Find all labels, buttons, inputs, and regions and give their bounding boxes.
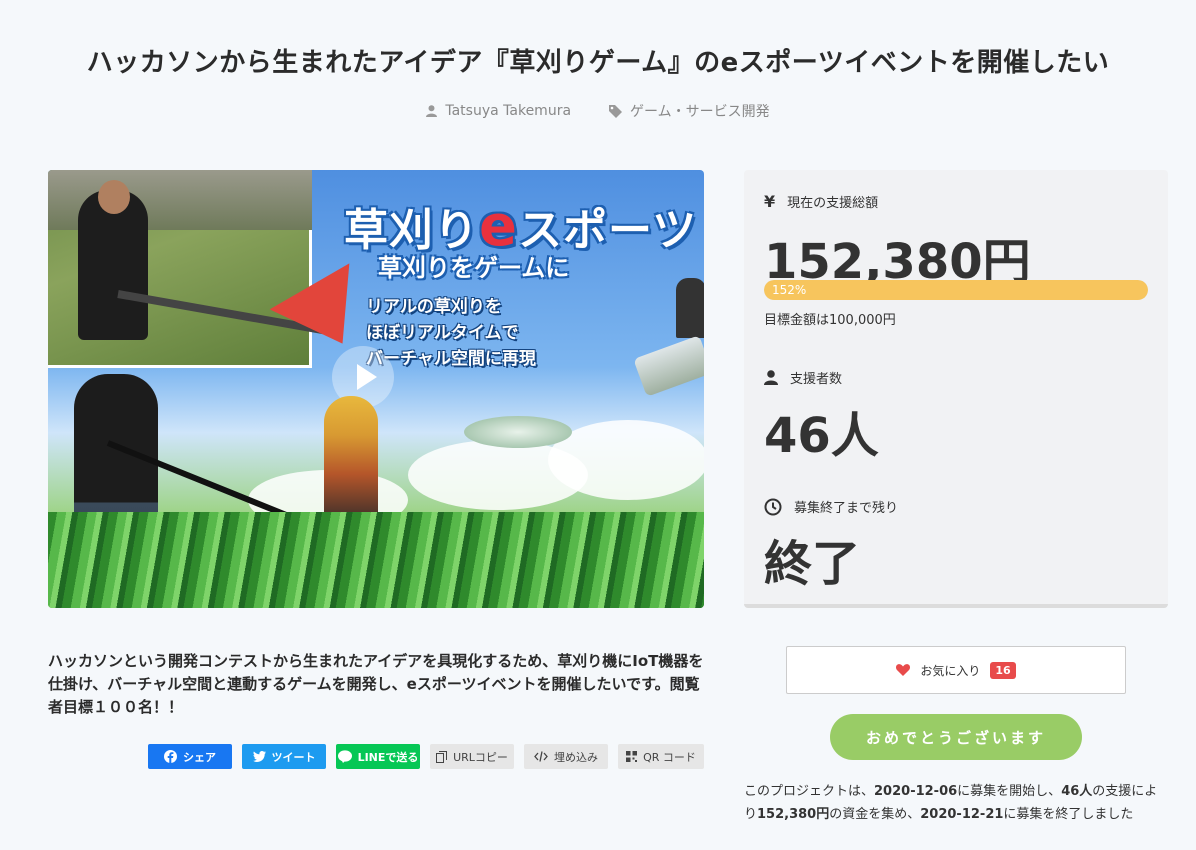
- facebook-share-button[interactable]: シェア: [148, 744, 232, 769]
- remaining-value: 終了: [764, 536, 861, 592]
- copy-icon: [436, 750, 448, 763]
- line-share-button[interactable]: LINEで送る: [336, 744, 420, 769]
- project-meta: Tatsuya Takemura ゲーム・サービス開発: [0, 101, 1196, 121]
- hero-description: リアルの草刈りを ほぼリアルタイムで バーチャル空間に再現: [366, 297, 536, 369]
- heart-icon: [896, 664, 911, 676]
- qr-code-button[interactable]: QR コード: [618, 744, 704, 769]
- funding-progress-fill: 152%: [764, 280, 1148, 300]
- hero-logo: 草刈りeスポーツ: [344, 194, 698, 259]
- twitter-share-button[interactable]: ツイート: [242, 744, 326, 769]
- hero-subtitle: 草刈りをゲームに: [378, 254, 570, 282]
- url-copy-button[interactable]: URLコピー: [430, 744, 514, 769]
- anime-character: [324, 396, 378, 526]
- virtual-figure: [676, 278, 704, 338]
- twitter-icon: [252, 751, 266, 762]
- project-title: ハッカソンから生まれたアイデア『草刈りゲーム』のeスポーツイベントを開催したい: [86, 48, 1110, 78]
- share-buttons: シェア ツイート LINEで送る URLコピー 埋め込み QR コード: [148, 744, 704, 769]
- favorite-count-badge: 16: [990, 661, 1016, 679]
- project-hero-image[interactable]: 草刈りeスポーツ 草刈りをゲームに リアルの草刈りを ほぼリアルタイムで バーチ…: [48, 170, 704, 608]
- code-icon: [534, 751, 548, 762]
- virtual-machine: [633, 335, 704, 397]
- backers-value: 46人: [764, 408, 879, 464]
- project-result-text: このプロジェクトは、2020-12-06に募集を開始し、46人の支援によ り152…: [744, 784, 1158, 822]
- favorite-label: お気に入り: [920, 663, 981, 678]
- project-summary: ハッカソンという開発コンテストから生まれたアイデアを具現化するため、草刈り機にI…: [48, 652, 704, 716]
- backers-label: 支援者数: [764, 368, 842, 387]
- category-name: ゲーム・サービス開発: [630, 104, 770, 120]
- qr-icon: [626, 751, 638, 762]
- real-mowing-photo: [48, 170, 326, 368]
- yen-icon: ¥: [764, 192, 776, 211]
- tag-icon: [609, 104, 623, 118]
- author-name: Tatsuya Takemura: [445, 103, 572, 119]
- grass-field: [48, 512, 704, 608]
- total-amount-label: ¥ 現在の支援総額: [764, 192, 879, 211]
- category-link[interactable]: ゲーム・サービス開発: [609, 101, 770, 121]
- facebook-icon: [164, 750, 177, 763]
- author-link[interactable]: Tatsuya Takemura: [426, 101, 571, 121]
- embed-button[interactable]: 埋め込み: [524, 744, 608, 769]
- user-icon: [764, 370, 778, 385]
- line-icon: [337, 750, 352, 763]
- remaining-label: 募集終了まで残り: [764, 497, 898, 516]
- favorite-button[interactable]: お気に入り 16: [786, 646, 1126, 694]
- congratulations-button[interactable]: おめでとうございます: [830, 714, 1082, 760]
- goal-amount: 目標金額は100,000円: [764, 313, 896, 328]
- funding-progress-bar: 152%: [764, 280, 1148, 300]
- clock-icon: [764, 498, 782, 515]
- funding-stats-card: ¥ 現在の支援総額 152,380円 152% 目標金額は100,000円 支援…: [744, 170, 1168, 608]
- airship-graphic: [464, 416, 572, 448]
- user-icon: [426, 105, 438, 117]
